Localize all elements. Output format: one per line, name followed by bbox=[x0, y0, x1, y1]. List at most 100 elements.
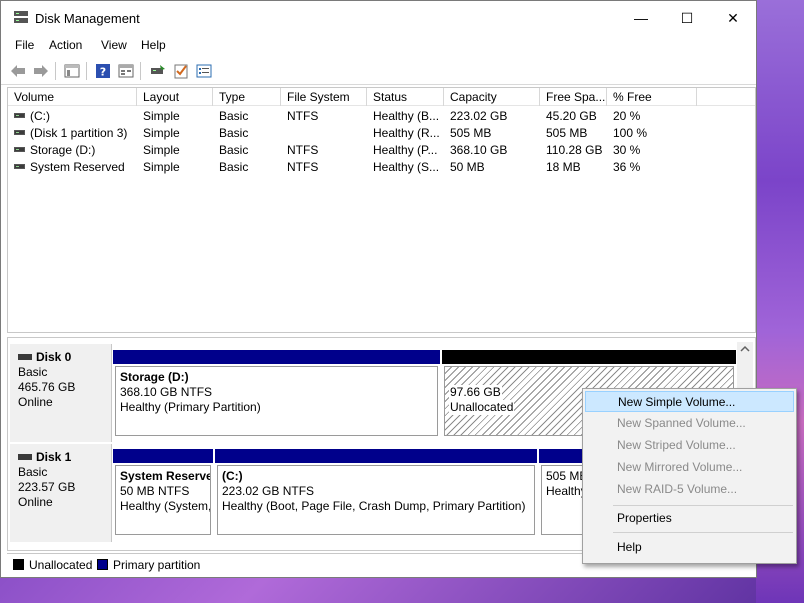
volume-cell: Simple bbox=[143, 160, 180, 174]
partition-title: Storage (D:) bbox=[120, 370, 189, 384]
context-menu: New Simple Volume... New Spanned Volume.… bbox=[582, 388, 797, 564]
menu-item-new-raid5-volume[interactable]: New RAID-5 Volume... bbox=[585, 479, 794, 500]
legend-label-primary-partition: Primary partition bbox=[113, 558, 201, 572]
menu-separator bbox=[613, 532, 793, 533]
disk-type: Basic bbox=[18, 365, 48, 379]
disk-0-label[interactable]: Disk 0 Basic 465.76 GB Online bbox=[10, 344, 112, 442]
window-title: Disk Management bbox=[35, 11, 140, 26]
disk-size: 465.76 GB bbox=[18, 380, 76, 394]
close-icon: ✕ bbox=[727, 9, 739, 26]
partition-size: 50 MB NTFS bbox=[120, 484, 190, 498]
menu-item-new-simple-volume[interactable]: New Simple Volume... bbox=[585, 391, 794, 412]
partition-status: Healthy (Boot, Page File, Crash Dump, Pr… bbox=[222, 499, 526, 513]
column-header-type[interactable]: Type bbox=[213, 88, 281, 106]
primary-partition-bar bbox=[215, 449, 537, 463]
menu-item-properties[interactable]: Properties bbox=[585, 508, 794, 529]
rescan-disks-icon[interactable] bbox=[149, 62, 167, 80]
minimize-icon: — bbox=[634, 10, 648, 26]
menu-item-help[interactable]: Help bbox=[585, 537, 794, 558]
volume-name: (Disk 1 partition 3) bbox=[30, 126, 128, 140]
volume-cell: Healthy (P... bbox=[373, 143, 438, 157]
disk-icon bbox=[18, 353, 32, 360]
column-header-status[interactable]: Status bbox=[367, 88, 444, 106]
volume-drive-icon bbox=[14, 130, 25, 136]
volume-list-header: Volume Layout Type File System Status Ca… bbox=[8, 88, 755, 106]
partition-title: System Reserved bbox=[120, 469, 211, 483]
partition-c[interactable]: (C:) 223.02 GB NTFS Healthy (Boot, Page … bbox=[215, 449, 537, 537]
console-tree-icon[interactable] bbox=[63, 62, 81, 80]
partition-size: 97.66 GB bbox=[449, 385, 502, 400]
volume-row[interactable]: (Disk 1 partition 3) Simple Basic Healthy (… bbox=[8, 125, 755, 142]
menu-item-new-striped-volume[interactable]: New Striped Volume... bbox=[585, 435, 794, 456]
volume-cell: 30 % bbox=[613, 143, 641, 157]
column-header-volume[interactable]: Volume bbox=[8, 88, 137, 106]
volume-cell: 36 % bbox=[613, 160, 641, 174]
volume-cell-name: (Disk 1 partition 3) bbox=[8, 125, 137, 142]
column-header-file-system[interactable]: File System bbox=[281, 88, 367, 106]
minimize-button[interactable]: — bbox=[618, 1, 664, 35]
volume-drive-icon bbox=[14, 147, 25, 153]
menu-action[interactable]: Action bbox=[49, 38, 82, 52]
maximize-button[interactable]: ☐ bbox=[664, 1, 710, 35]
column-header-layout[interactable]: Layout bbox=[137, 88, 213, 106]
volume-cell: Healthy (R... bbox=[373, 126, 440, 140]
volume-cell: NTFS bbox=[287, 109, 319, 123]
partition-system-reserved[interactable]: System Reserved 50 MB NTFS Healthy (Syst… bbox=[113, 449, 213, 537]
volume-row[interactable]: System Reserved Simple Basic NTFS Healthy (S… bbox=[8, 159, 755, 176]
volume-cell: Basic bbox=[219, 143, 249, 157]
column-header-capacity[interactable]: Capacity bbox=[444, 88, 540, 106]
volume-drive-icon bbox=[14, 113, 25, 119]
properties-icon[interactable] bbox=[117, 62, 135, 80]
disk-name: Disk 0 bbox=[36, 350, 72, 364]
volume-cell: 110.28 GB bbox=[546, 143, 603, 157]
column-header-percent-free[interactable]: % Free bbox=[607, 88, 697, 106]
volume-cell: 50 MB bbox=[450, 160, 485, 174]
toolbar-separator bbox=[55, 62, 56, 80]
disk-type: Basic bbox=[18, 465, 48, 479]
disk-1-label[interactable]: Disk 1 Basic 223.57 GB Online bbox=[10, 444, 112, 542]
menu-help[interactable]: Help bbox=[141, 38, 166, 52]
partition-status: Healthy (Primary Partition) bbox=[120, 400, 261, 414]
help-icon[interactable]: ? bbox=[94, 62, 112, 80]
settings-list-icon[interactable] bbox=[195, 62, 213, 80]
partition-status: Unallocated bbox=[449, 400, 515, 415]
partition-storage-d[interactable]: Storage (D:) 368.10 GB NTFS Healthy (Pri… bbox=[113, 350, 440, 438]
volume-cell bbox=[281, 125, 367, 142]
volume-drive-icon bbox=[14, 164, 25, 170]
volume-list: Volume Layout Type File System Status Ca… bbox=[7, 87, 756, 333]
disk-name: Disk 1 bbox=[36, 450, 72, 464]
volume-cell-name: Storage (D:) bbox=[8, 142, 137, 159]
unallocated-bar bbox=[442, 350, 736, 364]
partition-title: (C:) bbox=[222, 469, 243, 483]
checklist-icon[interactable] bbox=[172, 62, 190, 80]
legend-label-unallocated: Unallocated bbox=[29, 558, 93, 572]
column-header-free-space[interactable]: Free Spa... bbox=[540, 88, 607, 106]
disk-status: Online bbox=[18, 495, 53, 509]
forward-arrow-icon[interactable] bbox=[32, 62, 50, 80]
menu-item-new-mirrored-volume[interactable]: New Mirrored Volume... bbox=[585, 457, 794, 478]
menu-file[interactable]: File bbox=[15, 38, 34, 52]
volume-name: System Reserved bbox=[30, 160, 125, 174]
volume-row[interactable]: (C:) Simple Basic NTFS Healthy (B... 223.02 G… bbox=[8, 108, 755, 125]
title-bar: Disk Management — ☐ ✕ bbox=[1, 1, 756, 35]
volume-cell: 100 % bbox=[613, 126, 648, 140]
close-button[interactable]: ✕ bbox=[710, 1, 756, 35]
volume-cell: 505 MB bbox=[450, 126, 492, 140]
partition-size: 368.10 GB NTFS bbox=[120, 385, 213, 399]
scroll-up-icon[interactable] bbox=[737, 342, 753, 356]
primary-partition-bar bbox=[113, 449, 213, 463]
back-arrow-icon[interactable] bbox=[9, 62, 27, 80]
volume-row[interactable]: Storage (D:) Simple Basic NTFS Healthy (P...… bbox=[8, 142, 755, 159]
volume-cell: 223.02 GB bbox=[450, 109, 508, 123]
volume-cell: Basic bbox=[219, 126, 249, 140]
volume-cell: Healthy (B... bbox=[373, 109, 440, 123]
primary-partition-bar bbox=[113, 350, 440, 364]
volume-cell: Simple bbox=[143, 143, 180, 157]
legend-swatch-unallocated bbox=[13, 559, 24, 570]
volume-cell-name: (C:) bbox=[8, 108, 137, 125]
menu-item-new-spanned-volume[interactable]: New Spanned Volume... bbox=[585, 413, 794, 434]
menu-bar: File Action View Help bbox=[1, 35, 756, 57]
volume-cell-name: System Reserved bbox=[8, 159, 137, 176]
volume-cell: Healthy (S... bbox=[373, 160, 440, 174]
menu-view[interactable]: View bbox=[101, 38, 127, 52]
